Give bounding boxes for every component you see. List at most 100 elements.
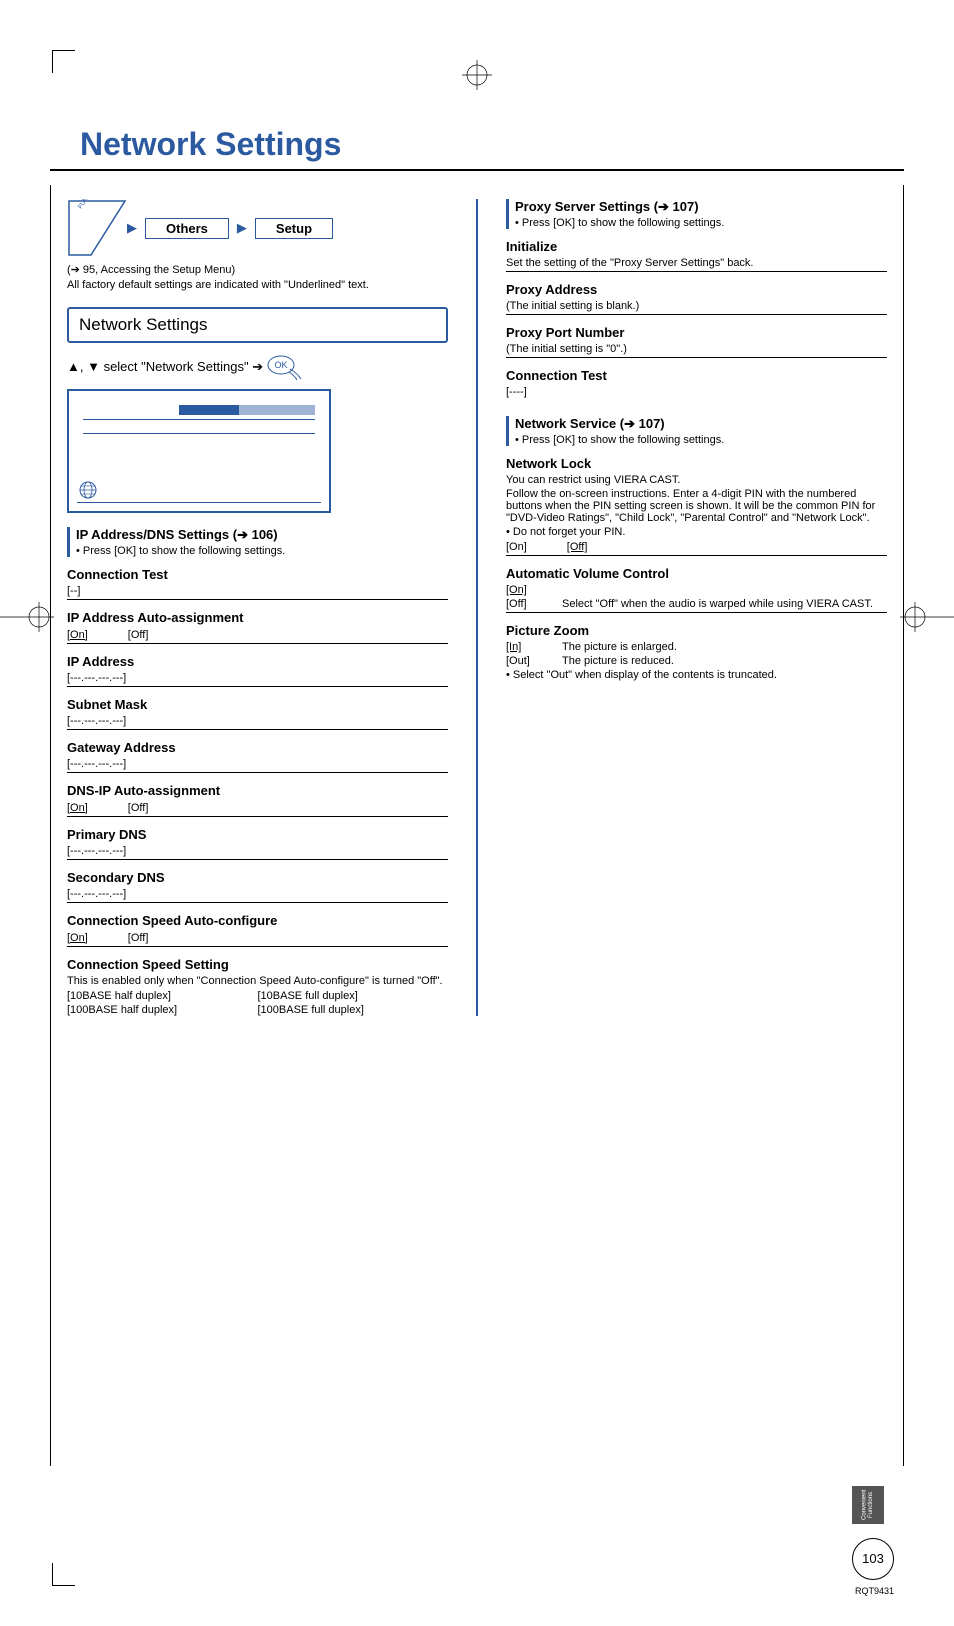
setting-title: Picture Zoom [506, 623, 887, 639]
press-ok-note: • Press [OK] to show the following setti… [515, 434, 887, 446]
globe-icon [79, 481, 97, 499]
nav-instruction: ▲, ▼ select "Network Settings" ➔ OK [67, 353, 448, 381]
setting-desc: • Do not forget your PIN. [506, 526, 887, 538]
setting-desc: You can restrict using VIERA CAST. [506, 474, 887, 486]
setting-title: Automatic Volume Control [506, 566, 887, 582]
network-service-heading: Network Service (➔ 107) • Press [OK] to … [506, 416, 887, 446]
option-on: [On] [67, 802, 88, 814]
nav-instruction-text: ▲, ▼ select "Network Settings" ➔ [67, 359, 263, 375]
setting-proxy-port: Proxy Port Number (The initial setting i… [506, 325, 887, 358]
option: [10BASE full duplex] [258, 990, 449, 1002]
page-number: 103 [852, 1538, 894, 1580]
setting-title: Secondary DNS [67, 870, 448, 886]
setting-auto-volume-control: Automatic Volume Control [On] [Off] Sele… [506, 566, 887, 613]
setting-title: Connection Test [67, 567, 448, 583]
setting-title: DNS-IP Auto-assignment [67, 783, 448, 799]
setting-value: [---.---.---.---] [67, 672, 448, 684]
setting-title: IP Address [67, 654, 448, 670]
setting-title: Gateway Address [67, 740, 448, 756]
option-out: [Out] [506, 655, 556, 667]
crop-mark-bottom-left [52, 1563, 75, 1586]
collation-mark-right [900, 602, 954, 632]
setting-connection-test: Connection Test [--] [67, 567, 448, 600]
setting-note: • Select "Out" when display of the conte… [506, 669, 887, 681]
setting-title: IP Address Auto-assignment [67, 610, 448, 626]
breadcrumb-setup: Setup [255, 218, 333, 239]
setting-title: Primary DNS [67, 827, 448, 843]
setup-menu-ref: (➔ 95, Accessing the Setup Menu) [67, 263, 448, 278]
option-off: [Off] [567, 541, 588, 553]
setting-ip-address: IP Address [---.---.---.---] [67, 654, 448, 687]
setting-value: [---.---.---.---] [67, 845, 448, 857]
tv-screen-mock [67, 389, 331, 513]
setting-dns-auto: DNS-IP Auto-assignment [On] [Off] [67, 783, 448, 817]
ip-dns-settings-title: IP Address/DNS Settings (➔ 106) [76, 527, 448, 543]
press-ok-note: • Press [OK] to show the following setti… [515, 217, 887, 229]
setting-title: Proxy Address [506, 282, 887, 298]
option-off: [Off] [128, 802, 149, 814]
page-footer: Convenient Functions 103 [50, 1486, 904, 1580]
setting-network-lock: Network Lock You can restrict using VIER… [506, 456, 887, 556]
setting-value: [---.---.---.---] [67, 758, 448, 770]
section-heading-network-settings: Network Settings [67, 307, 448, 343]
page-title: Network Settings [80, 126, 904, 163]
option-on: [On] [506, 541, 527, 553]
option-off: [Off] [128, 629, 149, 641]
setting-note: This is enabled only when "Connection Sp… [67, 975, 448, 987]
setting-title: Proxy Port Number [506, 325, 887, 341]
setting-speed-auto: Connection Speed Auto-configure [On] [Of… [67, 913, 448, 947]
option-on: [On] [506, 584, 556, 596]
setting-title: Connection Test [506, 368, 887, 384]
setting-value: [---.---.---.---] [67, 715, 448, 727]
setting-title: Network Lock [506, 456, 887, 472]
setting-value: [----] [506, 386, 887, 398]
setting-secondary-dns: Secondary DNS [---.---.---.---] [67, 870, 448, 903]
setting-title: Subnet Mask [67, 697, 448, 713]
function-menu-graphic: FUNCTION MENU ▶ Others ▶ Setup [67, 199, 448, 257]
option-desc: The picture is enlarged. [562, 641, 887, 653]
content-frame: FUNCTION MENU ▶ Others ▶ Setup (➔ 95, Ac… [50, 185, 904, 1466]
document-id: RQT9431 [50, 1586, 904, 1596]
option-off: [Off] [128, 932, 149, 944]
column-divider [476, 199, 478, 1016]
press-ok-note: • Press [OK] to show the following setti… [76, 545, 448, 557]
setting-value: [--] [67, 585, 448, 597]
crop-mark-top-left [52, 50, 75, 73]
setting-value: [---.---.---.---] [67, 888, 448, 900]
setting-speed-setting: Connection Speed Setting This is enabled… [67, 957, 448, 1016]
setting-ip-auto: IP Address Auto-assignment [On] [Off] [67, 610, 448, 644]
ip-dns-settings-heading: IP Address/DNS Settings (➔ 106) • Press … [67, 527, 448, 557]
breadcrumb-arrow-icon: ▶ [127, 220, 137, 236]
setting-initialize: Initialize Set the setting of the "Proxy… [506, 239, 887, 272]
svg-text:OK: OK [275, 360, 288, 370]
option-on: [On] [67, 932, 88, 944]
setting-title: Initialize [506, 239, 887, 255]
setting-title: Connection Speed Auto-configure [67, 913, 448, 929]
network-service-title: Network Service (➔ 107) [515, 416, 887, 432]
collation-mark-top [462, 60, 492, 95]
setting-proxy-conn-test: Connection Test [----] [506, 368, 887, 398]
setting-primary-dns: Primary DNS [---.---.---.---] [67, 827, 448, 860]
option: [100BASE half duplex] [67, 1004, 258, 1016]
option-on: [On] [67, 629, 88, 641]
setting-desc: (The initial setting is "0".) [506, 343, 887, 355]
default-settings-note: All factory default settings are indicat… [67, 278, 448, 293]
setting-desc: Set the setting of the "Proxy Server Set… [506, 257, 887, 269]
setting-gateway-address: Gateway Address [---.---.---.---] [67, 740, 448, 773]
setting-subnet-mask: Subnet Mask [---.---.---.---] [67, 697, 448, 730]
setting-desc: Follow the on-screen instructions. Enter… [506, 488, 887, 524]
title-underline [50, 169, 904, 171]
setting-picture-zoom: Picture Zoom [In] The picture is enlarge… [506, 623, 887, 681]
breadcrumb-arrow-icon: ▶ [237, 220, 247, 236]
option-in: [In] [506, 641, 556, 653]
option: [10BASE half duplex] [67, 990, 258, 1002]
option-off: [Off] [506, 598, 556, 610]
left-column: FUNCTION MENU ▶ Others ▶ Setup (➔ 95, Ac… [67, 199, 448, 1016]
option-desc: Select "Off" when the audio is warped wh… [562, 598, 887, 610]
breadcrumb-others: Others [145, 218, 229, 239]
setting-proxy-address: Proxy Address (The initial setting is bl… [506, 282, 887, 315]
right-column: Proxy Server Settings (➔ 107) • Press [O… [506, 199, 887, 1016]
proxy-settings-heading: Proxy Server Settings (➔ 107) • Press [O… [506, 199, 887, 229]
ok-button-icon: OK [267, 353, 307, 381]
proxy-settings-title: Proxy Server Settings (➔ 107) [515, 199, 887, 215]
